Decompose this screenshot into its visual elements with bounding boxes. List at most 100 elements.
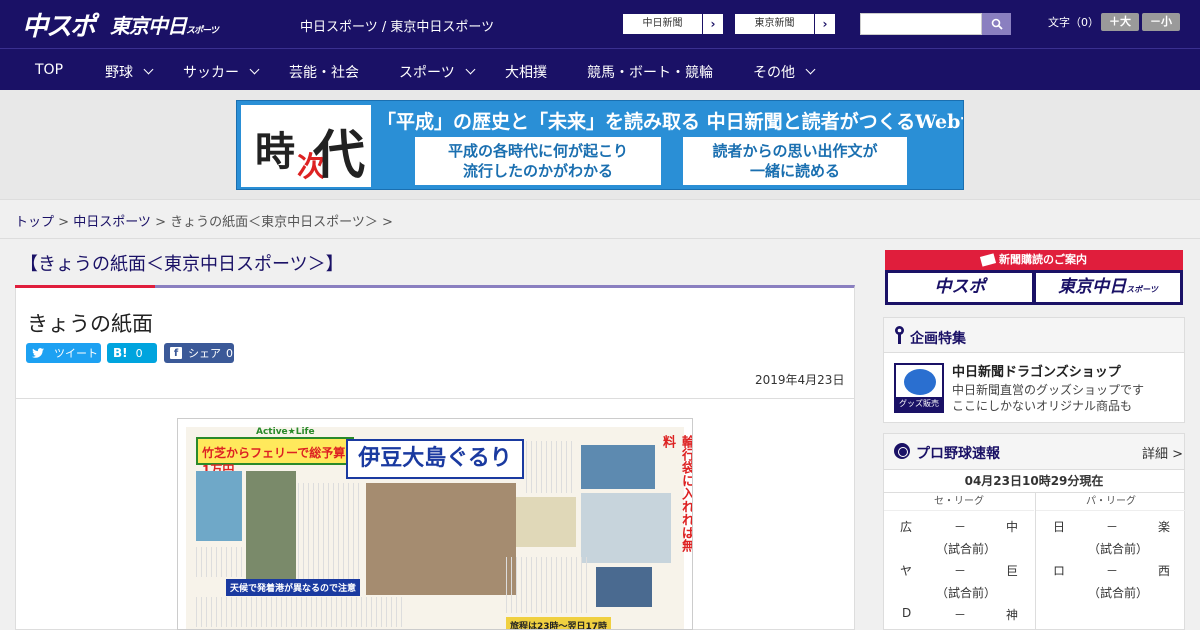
subscription-links: 中スポ 東京中日スポーツ	[885, 270, 1183, 305]
divider	[1035, 493, 1036, 630]
facebook-share-button[interactable]: f シェア 0	[164, 343, 234, 363]
feature-title: 企画特集	[910, 331, 966, 347]
team-away: 巨	[1006, 564, 1019, 578]
newspaper-headline: 竹芝からフェリーで総予算1万円	[196, 437, 354, 477]
subscribe-sublabel: スポーツ	[1126, 285, 1158, 294]
nav-item-racing[interactable]: 競馬・ボート・競輪	[587, 62, 713, 82]
tokyo-chunichi-subscribe-button[interactable]: 東京中日スポーツ	[1036, 273, 1180, 302]
shop-desc-line: ここにしかないオリジナル商品も	[952, 399, 1133, 413]
newspaper-photo	[581, 445, 655, 489]
baseball-title: プロ野球速報	[916, 446, 1000, 462]
search-input[interactable]	[860, 13, 982, 35]
game-status[interactable]: （試合前）	[936, 540, 996, 557]
shop-desc-line: 中日新聞直営のグッズショップです	[952, 383, 1145, 397]
nav-item-top[interactable]: TOP	[35, 62, 63, 78]
team-home: 広	[900, 520, 913, 534]
score-dash: －	[954, 608, 967, 622]
banner-logo: 時 次 代	[241, 105, 371, 187]
newspaper-text-column	[506, 557, 590, 613]
article-date: 2019年4月23日	[755, 373, 845, 387]
banner-box-1: 平成の各時代に何が起こり 流行したのかがわかる	[415, 137, 661, 185]
nav-item-other[interactable]: その他	[753, 62, 816, 82]
banner-box-line: 平成の各時代に何が起こり	[447, 142, 628, 160]
nav-item-soccer[interactable]: サッカー	[183, 62, 260, 82]
game-status[interactable]: （試合前）	[936, 584, 996, 601]
breadcrumb-sep: >	[150, 215, 171, 230]
breadcrumb-section[interactable]: 中日スポーツ	[73, 215, 151, 230]
newspaper-caption: 旅程は23時〜翌日17時	[506, 617, 612, 629]
search-icon	[991, 18, 1003, 30]
pacific-league-label: パ・リーグ	[1036, 493, 1186, 511]
banner-box-line: 一緒に読める	[749, 162, 840, 180]
team-away: 楽	[1158, 520, 1171, 534]
breadcrumb: トップ > 中日スポーツ > きょうの紙面＜東京中日スポーツ＞ >	[15, 211, 393, 230]
chuspo-logo[interactable]: 中スポ	[22, 6, 96, 43]
nav-item-baseball[interactable]: 野球	[105, 62, 154, 82]
shop-band: グッズ販売中	[896, 397, 942, 411]
shop-title-link[interactable]: 中日新聞ドラゴンズショップ	[952, 361, 1121, 380]
jidai-banner[interactable]: 時 次 代 「平成」の歴史と「未来」を読み取る 中日新聞と読者がつくるWebサイ…	[236, 100, 964, 190]
divider	[0, 238, 1200, 239]
logo2-main: 東京中日	[110, 14, 187, 38]
share-count: 0	[226, 346, 233, 360]
breadcrumb-current: きょうの紙面＜東京中日スポーツ＞ >	[170, 215, 393, 230]
nav-item-sumo[interactable]: 大相撲	[505, 62, 547, 82]
nav-label: スポーツ	[399, 65, 455, 81]
article-title: きょうの紙面	[27, 312, 153, 336]
newspaper-photo	[596, 567, 652, 607]
logo2-sub: スポーツ	[186, 26, 219, 36]
central-league-label: セ・リーグ	[884, 493, 1034, 511]
subscription-header[interactable]: 新聞購読のご案内	[885, 250, 1183, 270]
banner-logo-char: 代	[313, 125, 366, 186]
breadcrumb-home[interactable]: トップ	[15, 215, 54, 230]
chevron-down-icon	[465, 64, 476, 74]
shop-description: 中日新聞直営のグッズショップです ここにしかないオリジナル商品も	[952, 382, 1144, 414]
tokyo-chunichi-logo[interactable]: 東京中日スポーツ	[110, 10, 219, 39]
chunichi-shimbun-link[interactable]: 中日新聞 ›	[622, 13, 724, 35]
chevron-down-icon	[805, 64, 816, 74]
nav-label: 芸能・社会	[289, 65, 359, 81]
baseball-detail-link[interactable]: 詳細 >	[1142, 443, 1183, 462]
nav-item-entertainment[interactable]: 芸能・社会	[289, 62, 359, 82]
newspaper-text-column	[298, 483, 362, 583]
score-dash: －	[1106, 520, 1119, 534]
breadcrumb-sep: >	[54, 215, 74, 230]
hatena-count: 0	[135, 346, 143, 360]
nav-label: 大相撲	[505, 65, 547, 81]
dragons-shop-thumbnail[interactable]: グッズ販売中	[894, 363, 944, 413]
search-button[interactable]	[982, 13, 1011, 35]
team-home: ヤ	[900, 564, 913, 578]
pin-icon	[895, 326, 904, 344]
banner-logo-char: 時	[255, 128, 295, 175]
nav-label: サッカー	[183, 65, 239, 81]
game-status[interactable]: （試合前）	[1088, 584, 1148, 601]
nav-label: TOP	[35, 62, 64, 78]
tweet-button[interactable]: ツイート	[26, 343, 101, 363]
mascot-icon	[904, 369, 936, 395]
tokyo-shimbun-link[interactable]: 東京新聞 ›	[734, 13, 836, 35]
hatena-bookmark-button[interactable]: B! 0	[107, 343, 157, 363]
header-bar: 中スポ 東京中日スポーツ 中日スポーツ / 東京中日スポーツ 中日新聞 › 東京…	[0, 0, 1200, 48]
team-away: 中	[1006, 520, 1019, 534]
newspaper-text-column	[196, 597, 406, 627]
chuspo-subscribe-button[interactable]: 中スポ	[888, 273, 1032, 302]
game-status[interactable]: （試合前）	[1088, 540, 1148, 557]
newspaper-photo	[246, 471, 296, 591]
hatena-icon: B!	[113, 346, 128, 360]
divider	[16, 398, 854, 399]
banner-title: 「平成」の歴史と「未来」を読み取る 中日新聞と読者がつくるWebサイト	[377, 111, 964, 133]
arrow-right-icon: ›	[822, 17, 828, 31]
nav-item-sports[interactable]: スポーツ	[399, 62, 476, 82]
link-label: 東京新聞	[735, 14, 815, 34]
banner-box-2: 読者からの思い出作文が 一緒に読める	[683, 137, 907, 185]
font-decrease-button[interactable]: －小	[1142, 13, 1180, 31]
tweet-label: ツイート	[54, 347, 98, 360]
nav-label: 野球	[105, 65, 133, 81]
font-increase-button[interactable]: ＋大	[1101, 13, 1139, 31]
newspaper-image[interactable]: 竹芝からフェリーで総予算1万円 Active★Life 伊豆大島ぐるり 天候で発…	[177, 418, 693, 630]
main-nav: TOP 野球 サッカー 芸能・社会 スポーツ 大相撲 競馬・ボート・競輪 その他	[0, 48, 1200, 90]
score-dash: －	[954, 564, 967, 578]
newspaper-photo	[366, 483, 516, 595]
score-dash: －	[1106, 564, 1119, 578]
link-label: 中日新聞	[623, 14, 703, 34]
